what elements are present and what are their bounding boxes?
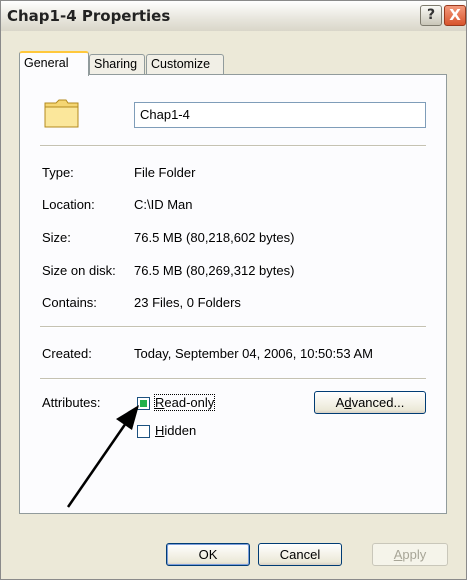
size-value: 76.5 MB (80,218,602 bytes) xyxy=(134,230,295,245)
separator xyxy=(40,326,426,328)
apply-label-rest: pply xyxy=(402,547,427,562)
cancel-button[interactable]: Cancel xyxy=(258,543,342,566)
ok-button[interactable]: OK xyxy=(166,543,250,566)
tab-sharing[interactable]: Sharing xyxy=(89,54,145,74)
close-button[interactable]: X xyxy=(444,5,466,26)
size-on-disk-label: Size on disk: xyxy=(42,263,116,278)
size-label: Size: xyxy=(42,230,71,245)
window-title: Chap1-4 Properties xyxy=(7,7,171,25)
location-value: C:\ID Man xyxy=(134,197,193,212)
type-value: File Folder xyxy=(134,165,196,180)
separator xyxy=(40,145,426,147)
readonly-mnemonic: R xyxy=(155,395,165,410)
hidden-mnemonic: H xyxy=(155,423,165,438)
advanced-button[interactable]: Advanced... xyxy=(314,391,426,414)
readonly-label[interactable]: Read-only xyxy=(153,394,216,411)
hidden-label-text: idden xyxy=(164,423,197,438)
contains-value: 23 Files, 0 Folders xyxy=(134,295,241,310)
annotation-arrow xyxy=(66,405,139,508)
created-value: Today, September 04, 2006, 10:50:53 AM xyxy=(134,346,373,361)
tab-customize[interactable]: Customize xyxy=(146,54,224,74)
contains-label: Contains: xyxy=(42,295,97,310)
advanced-mnemonic: d xyxy=(344,395,352,410)
apply-button[interactable]: Apply xyxy=(372,543,448,566)
separator xyxy=(40,378,426,380)
readonly-label-text: ead-only xyxy=(164,395,215,410)
type-label: Type: xyxy=(42,165,74,180)
folder-name-field[interactable]: Chap1-4 xyxy=(134,102,426,128)
help-button[interactable]: ? xyxy=(420,5,442,26)
general-panel: Chap1-4 Type: File Folder Location: C:\I… xyxy=(19,74,447,514)
hidden-label[interactable]: Hidden xyxy=(155,423,196,438)
folder-icon xyxy=(44,99,79,128)
title-bar: Chap1-4 Properties ? X xyxy=(1,1,466,31)
properties-dialog: Chap1-4 Properties ? X General Sharing C… xyxy=(0,0,467,580)
location-label: Location: xyxy=(42,197,95,212)
tab-general[interactable]: General xyxy=(19,51,89,76)
advanced-label-rest: vanced... xyxy=(351,395,405,410)
size-on-disk-value: 76.5 MB (80,269,312 bytes) xyxy=(134,263,295,278)
created-label: Created: xyxy=(42,346,92,361)
